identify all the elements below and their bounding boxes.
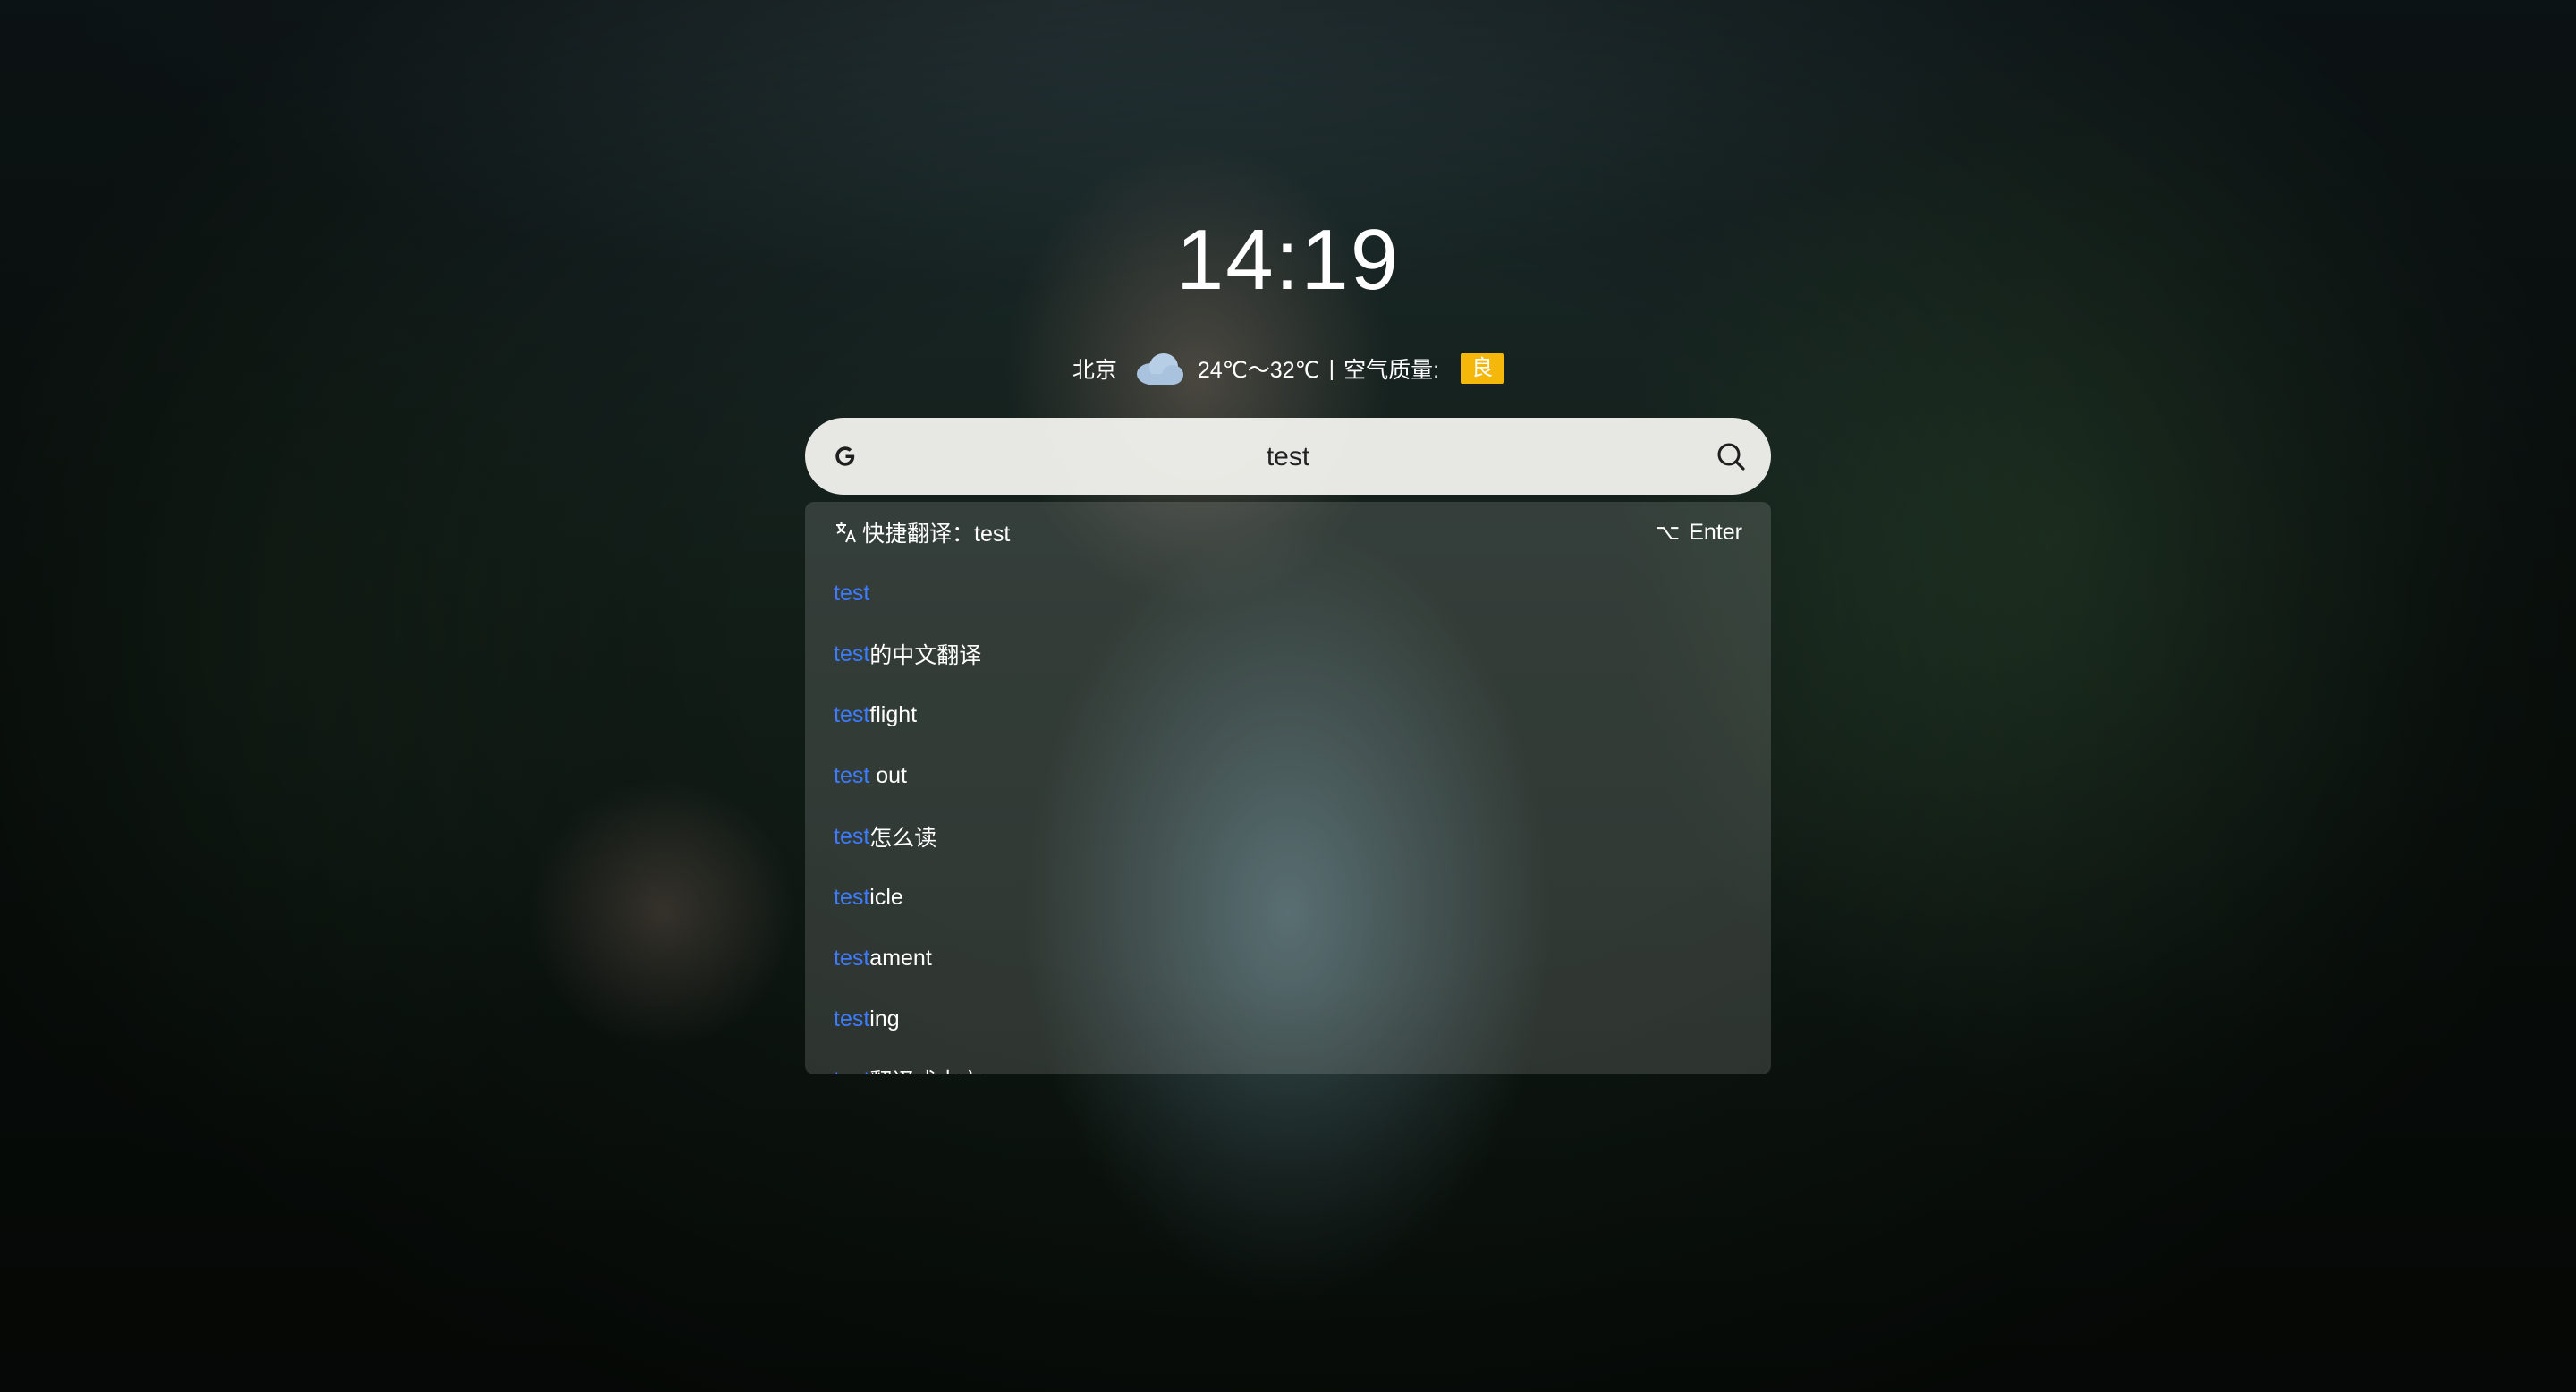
google-engine-icon[interactable] — [828, 439, 862, 473]
translate-icon — [834, 520, 859, 545]
suggestion-rest: out — [869, 762, 907, 788]
suggestion-item[interactable]: test icle — [805, 867, 1771, 928]
suggestion-item[interactable]: test 怎么读 — [805, 806, 1771, 867]
search-input[interactable] — [894, 418, 1682, 497]
suggestion-dropdown: 快捷翻译：test ⌥ Enter test test 的中文翻译 test fli… — [805, 502, 1771, 1074]
suggestion-match: test — [834, 762, 870, 788]
suggestion-item[interactable]: test ing — [805, 989, 1771, 1049]
shortcut-hint: ⌥ Enter — [1656, 520, 1742, 546]
air-quality-label: 空气质量: — [1343, 358, 1440, 383]
suggestion-match: test — [834, 580, 870, 606]
suggestion-match: test — [834, 1006, 870, 1031]
suggestion-item[interactable]: test 的中文翻译 — [805, 624, 1771, 684]
suggestion-rest: flight — [869, 701, 918, 727]
suggestion-rest: 怎么读 — [869, 826, 937, 851]
option-key-icon: ⌥ — [1655, 520, 1681, 545]
suggestion-item[interactable]: test out — [805, 745, 1771, 806]
cloud-icon — [1133, 351, 1185, 386]
suggestion-match: test — [834, 641, 870, 666]
suggestion-rest: icle — [869, 884, 903, 910]
suggestion-rest: ament — [869, 945, 932, 971]
search-icon[interactable] — [1714, 439, 1748, 473]
shortcut-key-label: Enter — [1689, 519, 1742, 545]
suggestion-rest: 翻译成中文 — [869, 1064, 981, 1074]
quick-translate-label: 快捷翻译：test — [862, 522, 1011, 547]
suggestion-item[interactable]: test flight — [805, 684, 1771, 745]
weather-separator: | — [1328, 355, 1335, 381]
air-quality-badge: 良 — [1461, 353, 1504, 384]
search-bar — [805, 418, 1771, 497]
suggestion-item[interactable]: test翻译成中文 — [805, 1049, 1771, 1075]
suggestion-match: test — [834, 945, 870, 971]
quick-translate-item[interactable]: 快捷翻译：test ⌥ Enter — [805, 502, 1771, 563]
weather-temperature: 24℃～32℃ — [1197, 358, 1320, 383]
suggestion-match: test — [834, 701, 870, 727]
clock-time: 14:19 — [1175, 212, 1401, 308]
weather-city: 北京 — [1072, 358, 1117, 383]
suggestion-item[interactable]: test — [805, 563, 1771, 624]
suggestion-rest: 的中文翻译 — [869, 643, 982, 668]
suggestion-match: test — [834, 884, 870, 910]
weather-bar: 北京 24℃～32℃ | 空气质量: 良 — [0, 349, 2576, 388]
suggestion-item[interactable]: test ament — [805, 928, 1771, 989]
suggestion-match: test — [834, 823, 870, 849]
suggestion-rest: ing — [869, 1006, 900, 1031]
suggestion-match: test — [834, 1067, 869, 1075]
